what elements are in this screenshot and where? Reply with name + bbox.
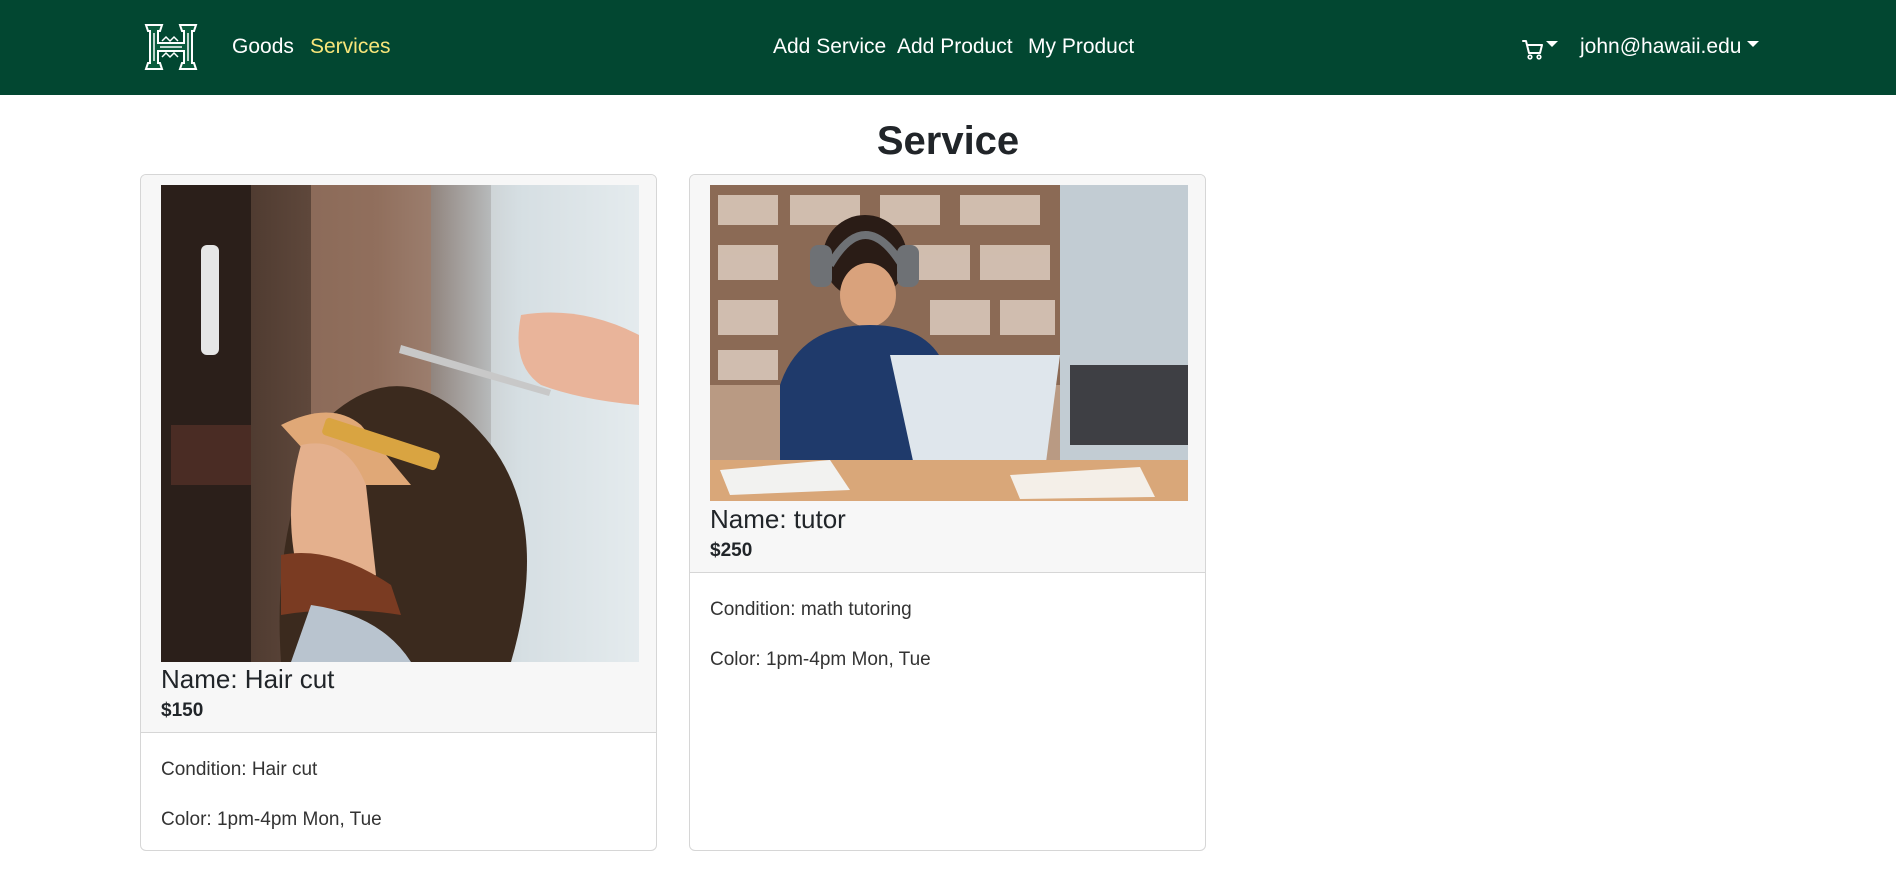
card-header: Name: tutor $250 <box>690 175 1205 573</box>
tutor-photo <box>710 185 1188 501</box>
page-title: Service <box>876 119 1020 163</box>
nav-add-product-link[interactable]: Add Product <box>897 35 1013 59</box>
cart-dropdown[interactable] <box>1521 37 1561 61</box>
cart-icon <box>1521 37 1545 61</box>
chevron-down-icon <box>1747 41 1760 48</box>
nav-add-service-link[interactable]: Add Service <box>773 35 886 59</box>
card-color: Color: 1pm-4pm Mon, Tue <box>161 809 382 830</box>
chevron-down-icon <box>1546 41 1558 47</box>
card-title: Name: Hair cut <box>161 664 335 694</box>
nav-services-link[interactable]: Services <box>310 35 391 59</box>
nav-goods-link[interactable]: Goods <box>232 35 294 59</box>
user-dropdown[interactable]: john@hawaii.edu <box>1580 35 1760 59</box>
card-header: Name: Hair cut $150 <box>141 175 656 733</box>
card-price: $250 <box>710 540 753 561</box>
service-card: Name: tutor $250 Condition: math tutorin… <box>689 174 1206 851</box>
user-email: john@hawaii.edu <box>1580 35 1742 58</box>
haircut-photo <box>161 185 639 662</box>
card-price: $150 <box>161 700 204 721</box>
uh-logo-icon[interactable] <box>140 23 202 71</box>
card-condition: Condition: Hair cut <box>161 759 318 780</box>
card-color: Color: 1pm-4pm Mon, Tue <box>710 649 931 670</box>
service-card: Name: Hair cut $150 Condition: Hair cut … <box>140 174 657 851</box>
card-condition: Condition: math tutoring <box>710 599 912 620</box>
top-navbar: Goods Services Add Service Add Product M… <box>0 0 1896 95</box>
card-title: Name: tutor <box>710 504 846 534</box>
nav-my-product-link[interactable]: My Product <box>1028 35 1134 59</box>
